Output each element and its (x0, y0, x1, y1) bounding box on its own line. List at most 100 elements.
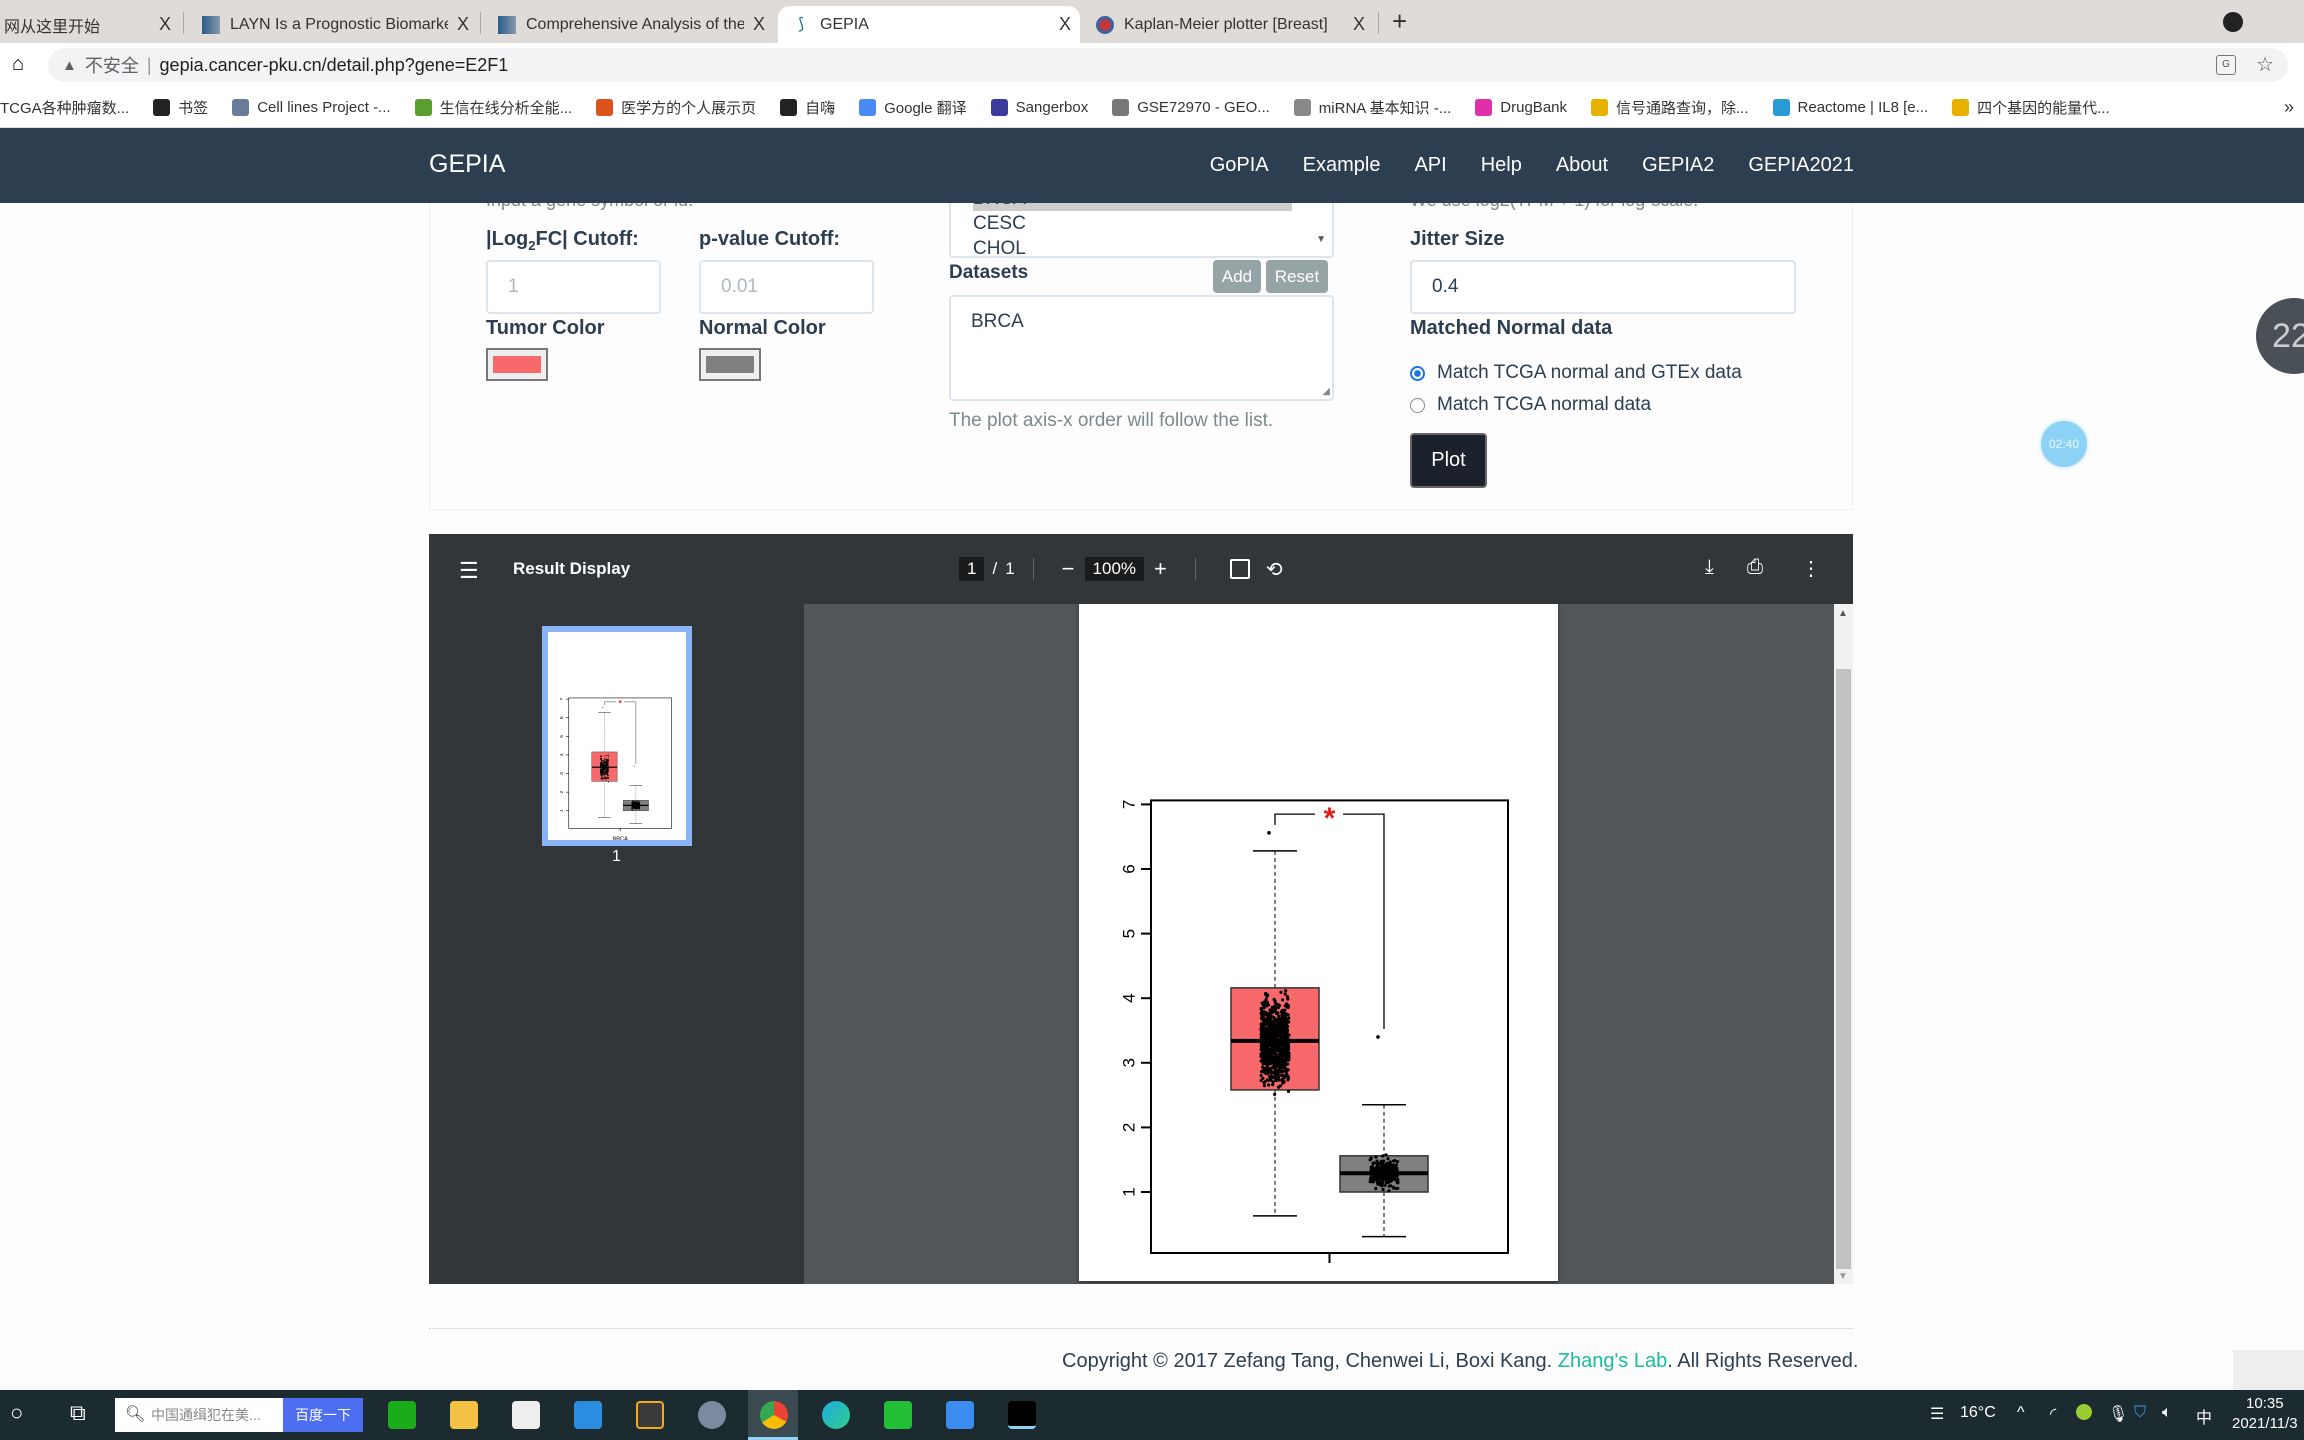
tab-0[interactable]: 网从这里开始 X (0, 6, 180, 43)
plot-button[interactable]: Plot (1410, 433, 1487, 488)
chrome-icon[interactable] (760, 1401, 788, 1429)
scroll-down-icon[interactable]: ▼ (1316, 234, 1326, 245)
bookmark-item[interactable]: 信号通路查询，除... (1591, 97, 1749, 118)
edge-icon[interactable] (822, 1401, 850, 1429)
bookmark-item[interactable]: DrugBank (1475, 98, 1567, 116)
bookmark-item[interactable]: GSE72970 - GEO... (1112, 98, 1270, 116)
nav-link-gepia2[interactable]: GEPIA2 (1642, 154, 1714, 177)
normal-color-picker[interactable] (699, 348, 761, 381)
brand-logo[interactable]: GEPIA (429, 150, 505, 179)
tray-expand-icon[interactable]: ^ (2017, 1404, 2025, 1422)
mic-icon[interactable]: 🎙︎ (2108, 1404, 2128, 1424)
bookmark-item[interactable]: 书签 (153, 97, 208, 118)
more-options-icon[interactable]: ⋮ (1801, 556, 1821, 581)
baidu-search-button[interactable]: 百度一下 (283, 1398, 363, 1432)
page-number-input[interactable]: 1 (959, 557, 985, 581)
tab-search-icon[interactable] (2223, 12, 2243, 32)
menu-icon[interactable]: ☰ (459, 558, 479, 584)
radio-unchecked-icon[interactable] (1410, 397, 1425, 413)
resize-grip-icon[interactable]: ◢ (1322, 386, 1330, 397)
tumor-color-picker[interactable] (486, 348, 548, 381)
bookmark-item[interactable]: 四个基因的能量代... (1952, 97, 2110, 118)
weather-text[interactable]: 16°C (1960, 1404, 1996, 1422)
bookmark-item[interactable]: TCGA各种肿瘤数... (0, 97, 129, 118)
url-text[interactable]: gepia.cancer-pku.cn/detail.php?gene=E2F1 (160, 55, 509, 76)
taskbar-search-input[interactable]: 🔍︎ 中国通缉犯在美... (115, 1398, 283, 1432)
zoom-in-icon[interactable]: + (1154, 556, 1167, 582)
feishu-icon[interactable] (946, 1401, 974, 1429)
translate-icon[interactable]: G (2216, 55, 2236, 75)
zoom-level-input[interactable]: 100% (1084, 557, 1145, 581)
reset-button[interactable]: Reset (1266, 260, 1328, 293)
radio-checked-icon[interactable] (1410, 365, 1425, 381)
omnibox[interactable]: ▲ 不安全 | gepia.cancer-pku.cn/detail.php?g… (48, 48, 2288, 82)
security-shield-icon[interactable]: ⛉ (2134, 1404, 2146, 1422)
download-icon[interactable]: ⤓ (1705, 556, 1714, 579)
tab-2[interactable]: Comprehensive Analysis of the X (484, 6, 774, 43)
zoom-out-icon[interactable]: − (1062, 556, 1075, 582)
radio-match-tcga-gtex[interactable]: Match TCGA normal and GTEx data (1410, 362, 1742, 384)
nav-link-gepia2021[interactable]: GEPIA2021 (1748, 154, 1854, 177)
nav-link-gopia[interactable]: GoPIA (1210, 154, 1269, 177)
datasets-textarea[interactable]: BRCA ◢ (949, 295, 1334, 401)
mail-icon[interactable] (574, 1401, 602, 1429)
close-tab-icon[interactable]: X (1050, 14, 1080, 35)
pvalue-input[interactable]: 0.01 (699, 260, 874, 314)
dataset-option[interactable]: CHOL (951, 236, 1332, 256)
close-tab-icon[interactable]: X (150, 14, 180, 35)
r-icon[interactable] (698, 1401, 726, 1429)
add-button[interactable]: Add (1213, 260, 1261, 293)
nav-link-help[interactable]: Help (1481, 154, 1522, 177)
scroll-up-icon[interactable]: ▲ (1838, 608, 1848, 619)
more-bookmarks-icon[interactable]: » (2284, 97, 2294, 118)
jitter-input[interactable]: 0.4 (1410, 260, 1796, 314)
scrollbar-thumb[interactable] (1836, 669, 1851, 1269)
new-tab-button[interactable]: + (1392, 6, 1407, 37)
close-tab-icon[interactable]: X (448, 14, 478, 35)
wifi-icon[interactable]: ◜ (2050, 1404, 2056, 1424)
log2fc-input[interactable]: 1 (486, 260, 661, 314)
home-icon[interactable]: ⌂ (12, 53, 24, 76)
bookmark-item[interactable]: Google 翻译 (859, 97, 967, 118)
bookmark-item[interactable]: miRNA 基本知识 -... (1293, 97, 1451, 118)
volume-icon[interactable]: 🔈︎ (2162, 1404, 2172, 1422)
music-app-icon[interactable] (2076, 1404, 2092, 1420)
iqiyi-icon[interactable] (884, 1401, 912, 1429)
sublime-icon[interactable] (636, 1401, 664, 1429)
nav-link-api[interactable]: API (1414, 154, 1446, 177)
bookmark-item[interactable]: 生信在线分析全能... (414, 97, 572, 118)
zhiyun-app-icon[interactable] (1008, 1401, 1036, 1429)
bookmark-item[interactable]: Sangerbox (990, 98, 1088, 116)
bookmark-item[interactable]: 医学方的个人展示页 (596, 97, 756, 118)
bookmark-star-icon[interactable]: ☆ (2256, 52, 2274, 77)
tab-gepia[interactable]: ⟆ GEPIA X (778, 6, 1080, 43)
bookmark-item[interactable]: Cell lines Project -... (232, 98, 391, 116)
tab-1[interactable]: LAYN Is a Prognostic Biomarker X (188, 6, 478, 43)
bookmark-item[interactable]: 自嗨 (780, 97, 835, 118)
wechat-icon[interactable] (388, 1401, 416, 1429)
pdf-scrollbar[interactable]: ▲ ▼ (1834, 604, 1853, 1284)
close-tab-icon[interactable]: X (744, 14, 774, 35)
scroll-down-icon[interactable]: ▼ (1838, 1271, 1848, 1282)
bookmark-item[interactable]: Reactome | IL8 [e... (1772, 98, 1928, 116)
cortana-icon[interactable]: ○ (10, 1400, 23, 1426)
zhangs-lab-link[interactable]: Zhang's Lab (1558, 1350, 1667, 1372)
task-view-icon[interactable]: ⧉ (70, 1400, 86, 1426)
close-tab-icon[interactable]: X (1344, 14, 1374, 35)
radio-match-tcga[interactable]: Match TCGA normal data (1410, 394, 1651, 416)
store-icon[interactable] (512, 1401, 540, 1429)
print-icon[interactable]: ⎙ (1747, 556, 1763, 579)
floating-badge[interactable]: 22 (2256, 298, 2304, 374)
widgets-icon[interactable]: ☰ (1930, 1404, 1944, 1424)
file-explorer-icon[interactable] (450, 1401, 478, 1429)
page-thumbnail[interactable]: 1234567*BRCA(num(T)=1085; num(N)=291) (542, 626, 692, 850)
dataset-option[interactable]: CESC (951, 211, 1332, 236)
nav-link-example[interactable]: Example (1303, 154, 1381, 177)
ime-indicator[interactable]: 中 (2196, 1404, 2212, 1428)
clock[interactable]: 10:35 2021/11/3 (2232, 1394, 2298, 1434)
tab-4[interactable]: Kaplan-Meier plotter [Breast] X (1082, 6, 1374, 43)
fit-page-icon[interactable] (1229, 559, 1250, 579)
floating-timer[interactable]: 02:40 (2041, 421, 2087, 467)
rotate-icon[interactable]: ⟲ (1266, 557, 1283, 582)
nav-link-about[interactable]: About (1556, 154, 1608, 177)
